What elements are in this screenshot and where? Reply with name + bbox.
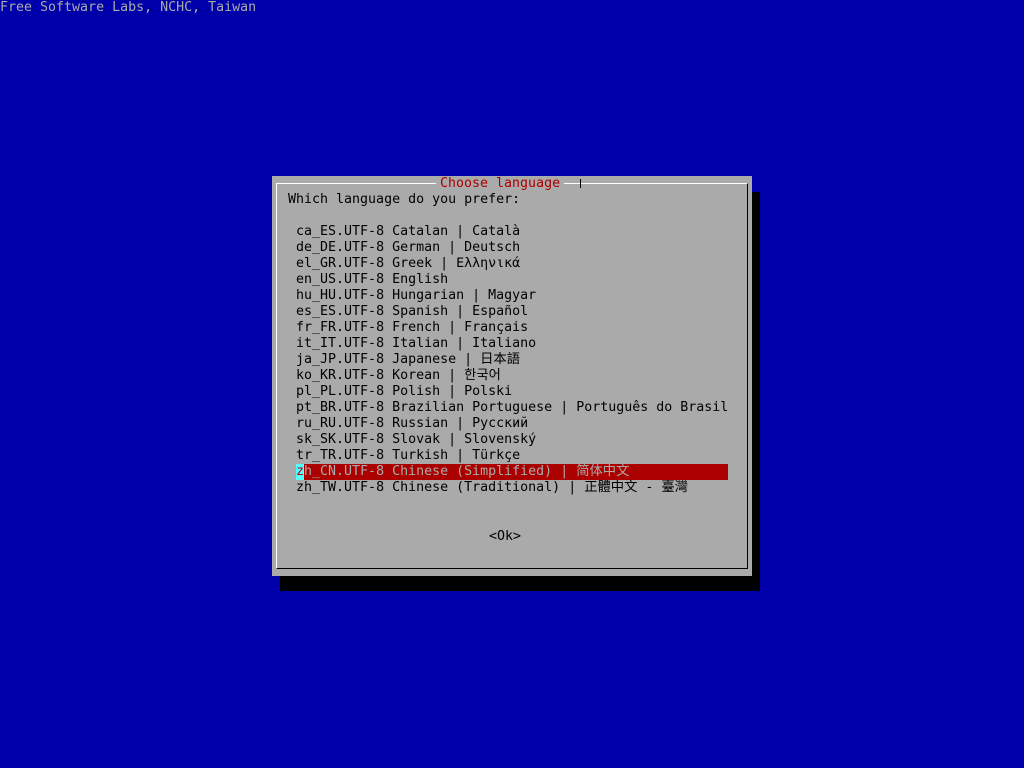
language-option[interactable]: zh_TW.UTF-8 Chinese (Traditional) | 正體中文… (296, 480, 728, 496)
backtitle: Free Software Labs, NCHC, Taiwan (0, 0, 257, 15)
language-option[interactable]: el_GR.UTF-8 Greek | Ελληνικά (296, 256, 728, 272)
language-option[interactable]: de_DE.UTF-8 German | Deutsch (296, 240, 728, 256)
title-right-tick (580, 179, 581, 188)
language-option[interactable]: hu_HU.UTF-8 Hungarian | Magyar (296, 288, 728, 304)
language-option[interactable]: en_US.UTF-8 English (296, 272, 728, 288)
language-option[interactable]: ja_JP.UTF-8 Japanese | 日本語 (296, 352, 728, 368)
language-list[interactable]: ca_ES.UTF-8 Catalan | Català de_DE.UTF-8 … (296, 224, 728, 496)
ok-button[interactable]: <Ok> (489, 529, 521, 545)
language-dialog: Choose language Which language do you pr… (272, 176, 752, 576)
language-option[interactable]: fr_FR.UTF-8 French | Français (296, 320, 728, 336)
language-option[interactable]: tr_TR.UTF-8 Turkish | Türkçe (296, 448, 728, 464)
language-option[interactable]: pl_PL.UTF-8 Polish | Polski (296, 384, 728, 400)
language-option[interactable]: sk_SK.UTF-8 Slovak | Slovenský (296, 432, 728, 448)
language-option[interactable]: es_ES.UTF-8 Spanish | Español (296, 304, 728, 320)
dialog-prompt: Which language do you prefer: (288, 192, 521, 207)
language-option[interactable]: it_IT.UTF-8 Italian | Italiano (296, 336, 728, 352)
dialog-title: Choose language (436, 176, 565, 192)
language-option[interactable]: ru_RU.UTF-8 Russian | Русский (296, 416, 728, 432)
language-option[interactable]: zh_CN.UTF-8 Chinese (Simplified) | 简体中文 (296, 464, 728, 480)
language-option[interactable]: ca_ES.UTF-8 Catalan | Català (296, 224, 728, 240)
language-option[interactable]: pt_BR.UTF-8 Brazilian Portuguese | Portu… (296, 400, 728, 416)
language-option[interactable]: ko_KR.UTF-8 Korean | 한국어 (296, 368, 728, 384)
